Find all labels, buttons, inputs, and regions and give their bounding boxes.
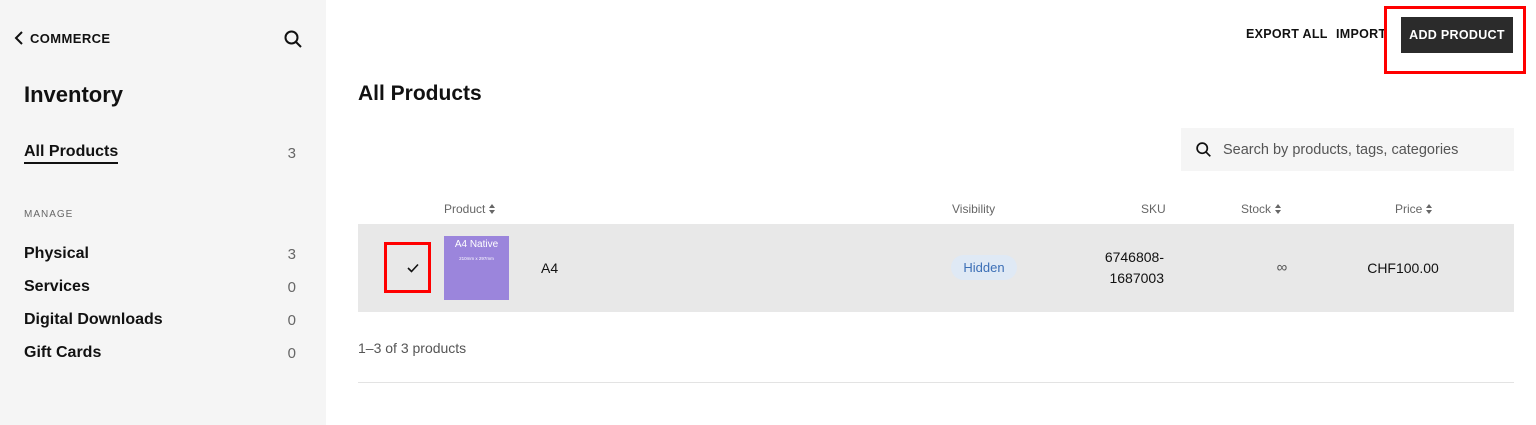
column-header-label: Visibility <box>952 202 996 216</box>
page-title: All Products <box>358 82 482 105</box>
product-stock: ∞ <box>1276 259 1288 276</box>
sidebar-item-digital-downloads[interactable]: Digital Downloads 0 <box>24 311 296 329</box>
column-header-label: Product <box>444 202 486 216</box>
row-checkbox[interactable] <box>403 258 423 278</box>
product-name[interactable]: A4 <box>541 260 558 276</box>
product-sku: 6746808- 1687003 <box>1070 247 1164 289</box>
sidebar-item-label: Gift Cards <box>24 344 102 361</box>
thumbnail-subtitle: 210mm x 297mm <box>459 256 494 261</box>
product-thumbnail[interactable]: A4 Native 210mm x 297mm <box>444 236 509 300</box>
search-icon[interactable] <box>283 29 303 49</box>
add-product-button[interactable]: ADD PRODUCT <box>1401 17 1513 53</box>
sku-line: 6746808- <box>1104 249 1164 265</box>
back-to-commerce-link[interactable]: COMMERCE <box>13 30 110 46</box>
chevron-left-icon <box>14 31 23 45</box>
back-label: COMMERCE <box>30 30 111 46</box>
product-price: CHF100.00 <box>1367 260 1439 276</box>
divider <box>358 382 1514 383</box>
sidebar-item-count: 0 <box>287 344 296 362</box>
sidebar-item-count: 0 <box>287 278 296 296</box>
sidebar-item-gift-cards[interactable]: Gift Cards 0 <box>24 344 296 362</box>
sidebar: COMMERCE Inventory All Products 3 MANAGE… <box>0 0 326 425</box>
sort-icon <box>1275 204 1282 214</box>
sidebar-item-label: All Products <box>24 143 119 164</box>
search-icon <box>1196 142 1211 157</box>
column-header-product[interactable]: Product <box>444 202 496 216</box>
sidebar-item-all-products[interactable]: All Products 3 <box>24 143 296 164</box>
sidebar-item-services[interactable]: Services 0 <box>24 278 296 296</box>
sidebar-item-label: Services <box>24 278 90 295</box>
thumbnail-title: A4 Native <box>454 239 499 250</box>
sidebar-item-count: 0 <box>287 311 296 329</box>
sidebar-title: Inventory <box>24 82 124 107</box>
sku-line: 1687003 <box>1109 270 1164 286</box>
section-label-manage: MANAGE <box>24 209 74 220</box>
column-header-stock[interactable]: Stock <box>1241 202 1282 216</box>
table-row[interactable] <box>358 224 1514 312</box>
sort-icon <box>489 204 496 214</box>
checkmark-icon <box>407 263 419 273</box>
visibility-badge: Hidden <box>951 255 1017 280</box>
sort-icon <box>1426 204 1433 214</box>
column-header-label: SKU <box>1141 202 1166 216</box>
column-header-visibility: Visibility <box>952 202 995 216</box>
sidebar-item-label: Digital Downloads <box>24 311 163 328</box>
sidebar-item-count: 3 <box>287 145 296 162</box>
sidebar-item-label: Physical <box>24 245 89 262</box>
import-button[interactable]: IMPORT <box>1336 27 1386 41</box>
pagination-count: 1–3 of 3 products <box>358 340 467 356</box>
search-box <box>1181 128 1514 171</box>
export-all-button[interactable]: EXPORT ALL <box>1246 27 1328 41</box>
column-header-sku: SKU <box>1141 202 1166 216</box>
column-header-price[interactable]: Price <box>1395 202 1433 216</box>
column-header-label: Stock <box>1241 202 1272 216</box>
search-input[interactable] <box>1223 141 1493 158</box>
column-header-label: Price <box>1395 202 1423 216</box>
sidebar-item-count: 3 <box>287 245 296 263</box>
sidebar-item-physical[interactable]: Physical 3 <box>24 245 296 263</box>
